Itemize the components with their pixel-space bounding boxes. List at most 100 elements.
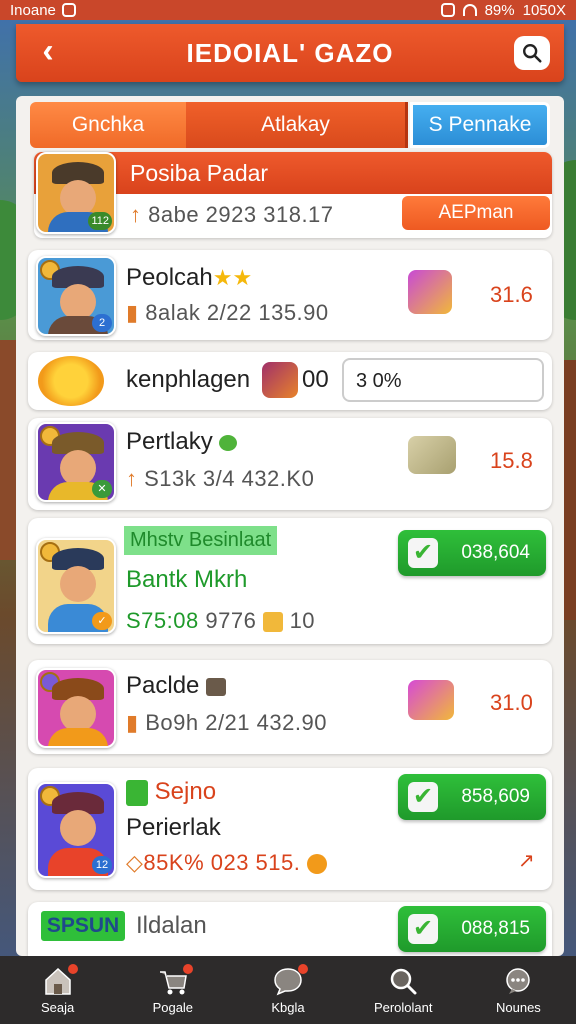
avatar: 112 xyxy=(36,152,116,234)
player-stats: ▮ 8alak 2/22 135.90 xyxy=(126,300,329,326)
amount-input[interactable]: 3 0% xyxy=(342,358,544,402)
leaderboard-panel: Gnchka Atlakay S Pennake Posiba Padar ↑ … xyxy=(16,96,564,956)
bottom-navigation: Seaja Pogale Kbgla Perololant Nounes xyxy=(0,956,576,1024)
check-icon: ✔ xyxy=(408,914,438,944)
player-stats: ◇85K% 023 515. xyxy=(126,850,328,876)
score-value: 31.0 xyxy=(490,690,533,715)
player-name-text: Peolcah xyxy=(126,264,213,291)
star-icon: ★★ xyxy=(212,265,253,290)
home-icon xyxy=(42,963,78,996)
message-icon xyxy=(502,966,534,996)
player-name-text: Pertlaky xyxy=(126,428,213,455)
trophy-icon: ▮ xyxy=(126,710,146,735)
wifi-icon xyxy=(462,4,477,16)
avatar: 2 xyxy=(36,256,116,336)
list-item[interactable]: ✓ Mhstv Besinlaat Bantk Mkrh S75:08 9776… xyxy=(28,518,552,644)
chat-icon xyxy=(272,963,308,996)
nav-item-4[interactable]: Perololant xyxy=(346,956,461,1024)
search-button[interactable] xyxy=(514,36,550,70)
search-icon xyxy=(387,966,419,996)
player-stats: ↑ S13k 3/4 432.K0 xyxy=(126,466,314,492)
player-stats-text: 9776 xyxy=(205,608,257,633)
nav-label: Seaja xyxy=(40,999,75,1015)
player-tag: Sejno xyxy=(126,778,216,806)
coin-icon xyxy=(307,854,328,875)
list-item[interactable]: Paclde ▮ Bo9h 2/21 432.90 31.0 xyxy=(28,660,552,754)
tag-icon xyxy=(126,779,148,806)
player-extra: 10 xyxy=(289,608,316,633)
trophy-icon: ▮ xyxy=(126,300,146,325)
player-name: Pertlaky xyxy=(126,428,238,456)
tab-3[interactable]: S Pennake xyxy=(410,102,550,148)
featured-stats: ↑ 8abe 2923 318.17 xyxy=(130,202,334,228)
reward-button[interactable]: ✔ 038,604 xyxy=(398,530,546,576)
player-name: Paclde xyxy=(126,672,227,700)
diamond-icon: ◇ xyxy=(126,850,144,875)
avatar xyxy=(36,668,116,748)
player-name: Perierlak xyxy=(126,814,221,841)
card-icon xyxy=(408,680,454,720)
chest-icon xyxy=(408,270,452,314)
tab-1[interactable]: Gnchka xyxy=(30,102,186,148)
reward-button[interactable]: ✔ 858,609 xyxy=(398,774,546,820)
check-icon: ✔ xyxy=(408,538,438,568)
level-badge: 12 xyxy=(92,856,112,874)
player-stats-text: S13k 3/4 432.K0 xyxy=(144,466,315,491)
reward-button[interactable]: ✔ 088,815 xyxy=(398,906,546,952)
battery-percent: 89% xyxy=(484,1,515,19)
arrow-up-icon: ↑ xyxy=(130,202,149,227)
gem-icon xyxy=(219,434,238,451)
player-stats: S75:08 9776 10 xyxy=(126,608,315,634)
avatar: ✕ xyxy=(36,422,116,502)
nav-item-2[interactable]: Pogale xyxy=(115,956,230,1024)
player-name: Bantk Mkrh xyxy=(126,566,248,593)
status-bar: Inoane 89% 1050X xyxy=(0,0,576,20)
list-item[interactable]: 12 Sejno Perierlak ◇85K% 023 515. ✔ 858,… xyxy=(28,768,552,890)
avatar: 12 xyxy=(36,782,116,878)
page-title: IEDOIAL' GAZO xyxy=(186,37,394,68)
score-value: 15.8 xyxy=(490,448,533,473)
clock: 1050X xyxy=(522,1,566,19)
player-tag: Mhstv Besinlaat xyxy=(124,526,278,555)
check-icon: ✔ xyxy=(408,782,438,812)
player-stats-green: S75:08 xyxy=(126,608,199,633)
list-item[interactable]: 2 Peolcah★★ ▮ 8alak 2/22 135.90 31.6 xyxy=(28,250,552,340)
card-icon xyxy=(408,436,456,474)
tab-bar: Gnchka Atlakay S Pennake xyxy=(30,102,550,148)
player-name-text: Paclde xyxy=(126,672,200,699)
level-badge: 2 xyxy=(92,314,112,332)
notification-icon xyxy=(61,3,76,17)
player-stats-text: 8alak 2/22 135.90 xyxy=(145,300,329,325)
search-icon xyxy=(523,44,542,63)
tab-2[interactable]: Atlakay xyxy=(186,102,408,148)
nav-item-3[interactable]: Kbgla xyxy=(230,956,345,1024)
level-badge: 112 xyxy=(88,212,112,230)
player-tag-text: Sejno xyxy=(154,778,217,805)
player-stats: ▮ Bo9h 2/21 432.90 xyxy=(126,710,327,736)
chest-icon xyxy=(262,362,298,398)
list-item[interactable]: ✕ Pertlaky ↑ S13k 3/4 432.K0 15.8 xyxy=(28,418,552,510)
player-name: Ildalan xyxy=(136,912,207,939)
reward-value: 038,604 xyxy=(461,542,530,563)
cart-icon xyxy=(157,963,193,996)
avatar: ✓ xyxy=(36,538,116,634)
nav-label: Pogale xyxy=(152,999,194,1015)
list-item[interactable]: kenphlagen 00 3 0% xyxy=(28,352,552,410)
featured-action-button[interactable]: AEPman xyxy=(402,196,550,230)
app-header: ‹ IEDOIAL' GAZO xyxy=(16,24,564,82)
coin-icon xyxy=(262,612,283,633)
nav-label: Kbgla xyxy=(271,999,305,1015)
small-arrow-icon: ↗ xyxy=(518,850,535,872)
list-item[interactable]: SPSUN Ildalan ✔ 088,815 xyxy=(28,902,552,956)
player-name: Peolcah★★ xyxy=(126,264,252,292)
featured-stats-text: 8abe 2923 318.17 xyxy=(148,202,334,227)
arrow-up-icon: ↑ xyxy=(126,466,145,491)
back-button[interactable]: ‹ xyxy=(30,34,66,70)
featured-title: Posiba Padar xyxy=(130,160,269,186)
nav-item-1[interactable]: Seaja xyxy=(0,956,115,1024)
nav-item-5[interactable]: Nounes xyxy=(461,956,576,1024)
player-stats-text: 85K% 023 515. xyxy=(143,850,301,875)
hammer-icon xyxy=(206,677,227,696)
item-count: 00 xyxy=(302,366,329,393)
score-value: 31.6 xyxy=(490,282,533,307)
